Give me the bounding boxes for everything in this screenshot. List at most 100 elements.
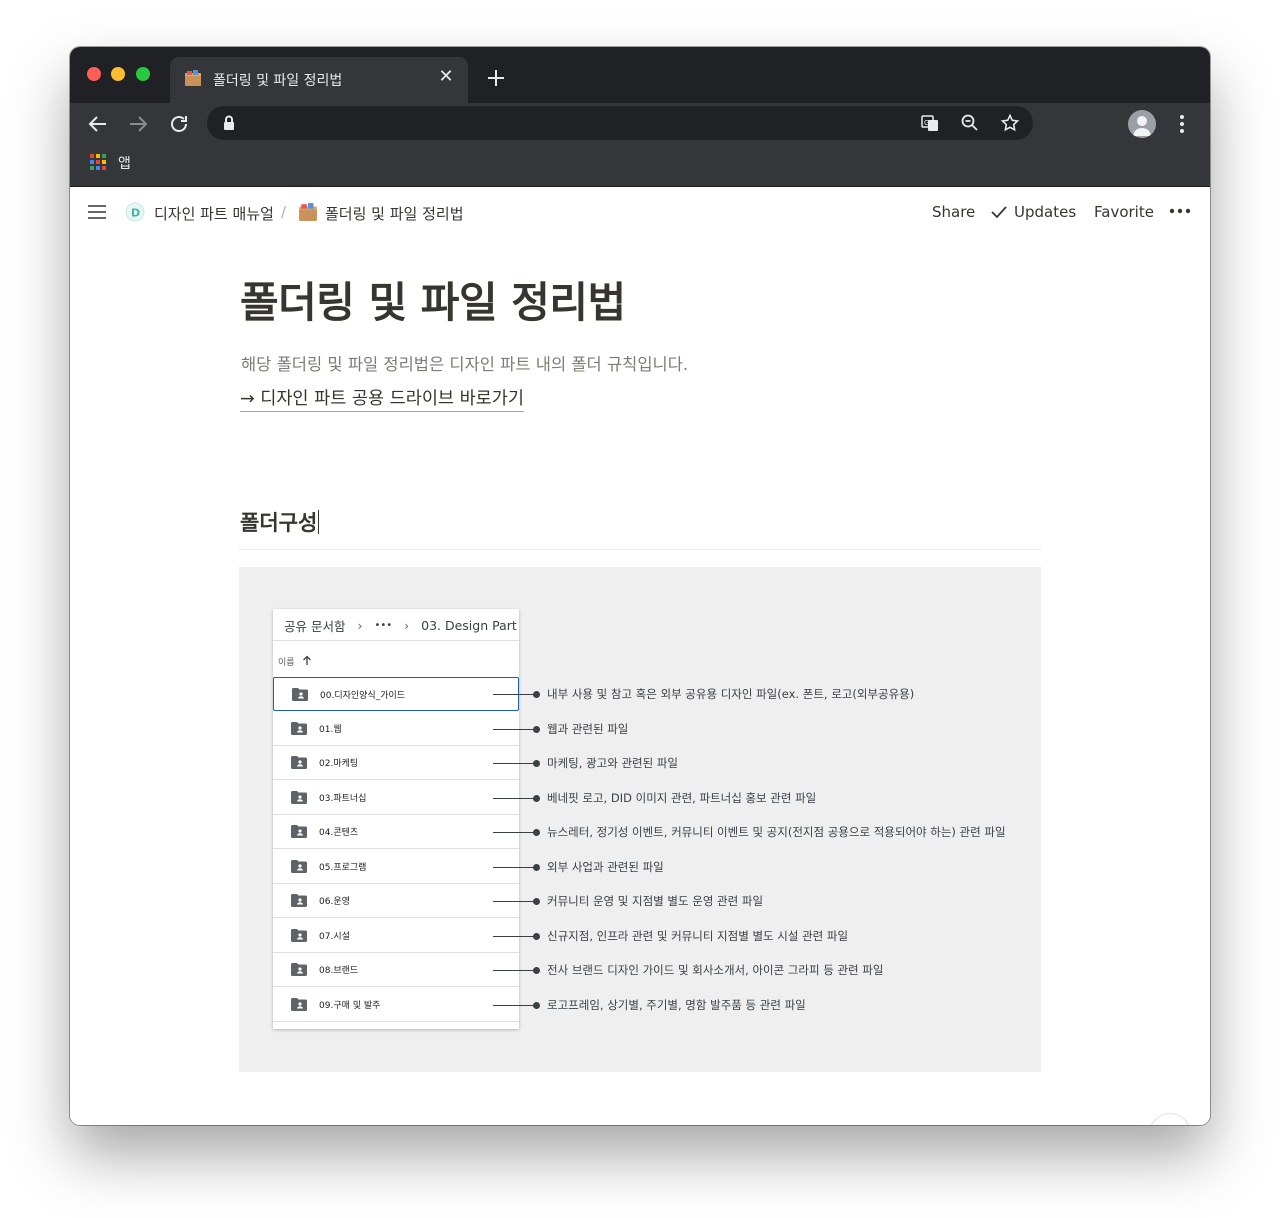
annotation-leader-line — [493, 866, 537, 868]
folder-row[interactable]: 09.구매 및 발주 — [273, 988, 519, 1022]
help-button[interactable]: ? — [1150, 1114, 1190, 1125]
updates-button[interactable]: Updates — [1014, 203, 1076, 221]
annotation-dot — [533, 898, 540, 905]
folder-name: 09.구매 및 발주 — [319, 1000, 381, 1011]
annotation-leader-line — [493, 935, 537, 937]
browser-tab[interactable]: 폴더링 및 파일 정리법 ✕ — [170, 57, 468, 103]
shared-folder-icon — [291, 997, 307, 1011]
maximize-window-button[interactable] — [136, 67, 150, 81]
annotation-leader-line — [493, 1004, 537, 1006]
reload-icon[interactable] — [167, 112, 191, 136]
minimize-window-button[interactable] — [111, 67, 125, 81]
drive-breadcrumb-root: 공유 문서함 — [284, 619, 346, 634]
browser-toolbar: G — [70, 103, 1210, 145]
annotation-leader-line — [493, 694, 537, 695]
drive-breadcrumb: 공유 문서함 › ••• › 03. Design Part — [284, 616, 517, 635]
folder-name: 08.브랜드 — [319, 966, 359, 976]
folder-row[interactable]: 03.파트너십 — [273, 781, 519, 815]
folder-name: 05.프로그램 — [319, 862, 367, 873]
shared-folder-icon — [291, 859, 307, 873]
zoom-out-icon[interactable] — [960, 113, 980, 133]
folder-name: 02.마케팅 — [319, 759, 359, 769]
heading-divider — [239, 549, 1041, 550]
section-heading[interactable]: 폴더구성 — [240, 507, 317, 537]
apps-grid-icon[interactable] — [89, 153, 107, 171]
page-title[interactable]: 폴더링 및 파일 정리법 — [240, 269, 626, 330]
browser-menu-icon[interactable] — [1170, 112, 1194, 136]
star-icon[interactable] — [1000, 113, 1020, 133]
drive-breadcrumb-ellipsis: ••• — [374, 620, 393, 631]
drive-link[interactable]: → 디자인 파트 공용 드라이브 바로가기 — [240, 385, 524, 412]
tab-title: 폴더링 및 파일 정리법 — [213, 73, 343, 89]
folder-row[interactable]: 08.브랜드 — [273, 953, 519, 987]
annotation-leader-line — [493, 797, 537, 799]
shared-folder-icon — [291, 963, 307, 976]
apps-bookmark[interactable]: 앱 — [118, 153, 131, 173]
folder-description: 로고프레임, 상기별, 주기별, 명함 발주품 등 관련 파일 — [547, 997, 806, 1012]
new-tab-icon[interactable] — [485, 67, 507, 89]
profile-avatar[interactable] — [1128, 110, 1156, 138]
forward-arrow-icon[interactable] — [126, 112, 150, 136]
folder-name: 01.웹 — [319, 724, 342, 735]
bookmarks-bar: 앱 — [70, 145, 1210, 187]
svg-text:G: G — [924, 119, 929, 127]
folder-description: 웹과 관련된 파일 — [547, 721, 629, 736]
translate-icon[interactable]: G — [920, 113, 940, 133]
sort-by-name-label: 이름 — [278, 658, 295, 668]
breadcrumb-page[interactable]: 폴더링 및 파일 정리법 — [325, 203, 464, 224]
chevron-right-icon: › — [404, 618, 410, 633]
folder-row[interactable]: 00.디자인양식_가이드 — [273, 677, 519, 711]
folder-row[interactable]: 05.프로그램 — [273, 850, 519, 884]
drive-breadcrumb-current: 03. Design Part — [421, 618, 517, 633]
page-topbar: D 디자인 파트 매뉴얼 / 폴더링 및 파일 정리법 Share Update… — [70, 187, 1210, 239]
address-bar[interactable]: G — [207, 106, 1033, 140]
hamburger-menu-icon[interactable] — [87, 204, 107, 220]
svg-text:D: D — [131, 207, 140, 220]
favorite-button[interactable]: Favorite — [1094, 203, 1154, 221]
folder-name: 07.시설 — [319, 931, 350, 942]
annotation-dot — [533, 863, 540, 871]
annotation-dot — [533, 760, 540, 767]
tab-close-icon[interactable]: ✕ — [436, 67, 456, 87]
back-arrow-icon[interactable] — [86, 112, 110, 136]
shared-folder-icon — [291, 894, 307, 907]
drive-folder-panel: 공유 문서함 › ••• › 03. Design Part 이름 00.디자인… — [273, 609, 519, 1029]
annotation-leader-line — [493, 832, 537, 833]
panel-divider — [273, 640, 519, 641]
shared-folder-icon — [292, 688, 308, 701]
annotation-dot — [533, 932, 540, 940]
sort-up-arrow-icon — [303, 655, 311, 665]
browser-window: 폴더링 및 파일 정리법 ✕ G 앱 D 디자인 파트 매뉴얼 / 폴더링 및 … — [70, 47, 1210, 1125]
shared-folder-icon — [291, 790, 307, 804]
annotation-leader-line — [493, 763, 537, 764]
folder-row[interactable]: 02.마케팅 — [273, 746, 519, 780]
more-options-icon[interactable] — [1168, 203, 1192, 219]
shared-folder-icon — [291, 928, 307, 942]
folder-description: 신규지점, 인프라 관련 및 커뮤니티 지점별 별도 시설 관련 파일 — [547, 928, 849, 943]
lock-icon — [224, 115, 234, 130]
annotation-dot — [533, 967, 540, 974]
folder-description: 전사 브랜드 디자인 가이드 및 회사소개서, 아이콘 그라피 등 관련 파일 — [547, 963, 884, 977]
folder-row[interactable]: 06.운영 — [273, 884, 519, 918]
annotation-dot — [533, 794, 540, 802]
folder-emoji-icon — [299, 203, 317, 221]
folder-row[interactable]: 07.시설 — [273, 919, 519, 953]
annotation-leader-line — [493, 970, 537, 971]
folder-row[interactable]: 01.웹 — [273, 712, 519, 746]
shared-folder-icon — [291, 721, 307, 735]
close-window-button[interactable] — [87, 67, 101, 81]
shared-folder-icon — [291, 756, 307, 769]
annotation-dot — [533, 725, 540, 733]
folder-structure-image: 공유 문서함 › ••• › 03. Design Part 이름 00.디자인… — [239, 567, 1041, 1072]
annotation-leader-line — [493, 901, 537, 902]
check-icon — [991, 206, 1007, 219]
folder-emoji-icon — [185, 70, 201, 86]
annotation-dot — [533, 691, 540, 698]
breadcrumb-workspace[interactable]: 디자인 파트 매뉴얼 — [154, 203, 274, 224]
person-icon — [1133, 116, 1151, 136]
breadcrumb-separator: / — [281, 203, 287, 221]
folder-name: 03.파트너십 — [319, 793, 367, 804]
page-description[interactable]: 해당 폴더링 및 파일 정리법은 디자인 파트 내의 폴더 규칙입니다. — [241, 351, 688, 375]
share-button[interactable]: Share — [932, 203, 975, 221]
folder-row[interactable]: 04.콘텐츠 — [273, 815, 519, 849]
